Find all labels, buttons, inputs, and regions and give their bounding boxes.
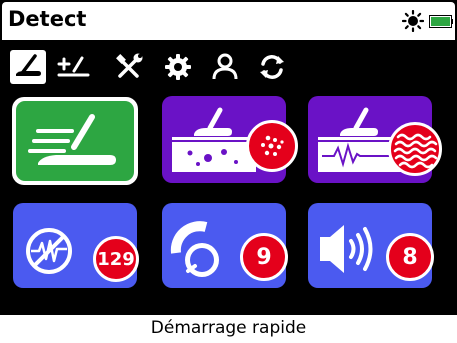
tab-bar xyxy=(10,50,450,84)
tab-tools[interactable] xyxy=(112,50,148,84)
tab-detect[interactable] xyxy=(10,50,46,84)
detector-icon xyxy=(16,54,41,76)
ground-type-badge xyxy=(388,122,442,176)
volume-badge: 8 xyxy=(386,233,434,281)
selected-item-label: Démarrage rapide xyxy=(150,318,307,338)
footer-bar: Démarrage rapide xyxy=(0,315,457,343)
tile-noise-cancel[interactable]: 129 xyxy=(13,203,139,288)
volume-value: 8 xyxy=(402,244,418,270)
sensitivity-value: 9 xyxy=(256,244,272,270)
tab-ground-balance[interactable] xyxy=(56,50,92,84)
tile-ground-type[interactable] xyxy=(308,96,442,183)
quick-start-detector-icon xyxy=(28,114,116,165)
gear-icon xyxy=(165,54,191,80)
tab-user[interactable] xyxy=(207,50,243,84)
sun-icon xyxy=(402,10,424,32)
device-screen: Detect 129 9 8 Démarrage rapide xyxy=(0,0,457,343)
tab-sync[interactable] xyxy=(254,50,290,84)
sync-icon xyxy=(260,55,284,79)
noise-cancel-badge: 129 xyxy=(93,236,139,282)
tile-volume[interactable]: 8 xyxy=(308,203,434,288)
tab-settings[interactable] xyxy=(160,50,196,84)
tools-icon xyxy=(116,53,143,78)
discrimination-badge xyxy=(246,120,298,172)
sensitivity-badge: 9 xyxy=(240,233,288,281)
mineralization-waves-icon xyxy=(393,133,438,169)
title-bar: Detect xyxy=(2,2,455,40)
tile-discrimination[interactable] xyxy=(162,96,298,183)
user-icon xyxy=(212,53,238,80)
tile-sensitivity[interactable]: 9 xyxy=(162,203,288,288)
noise-cancel-value: 129 xyxy=(97,248,135,270)
page-title: Detect xyxy=(8,7,87,31)
ground-balance-icon xyxy=(57,56,90,77)
target-dots-icon xyxy=(261,135,284,156)
tile-quick-start[interactable] xyxy=(12,97,138,185)
battery-icon xyxy=(429,15,453,28)
